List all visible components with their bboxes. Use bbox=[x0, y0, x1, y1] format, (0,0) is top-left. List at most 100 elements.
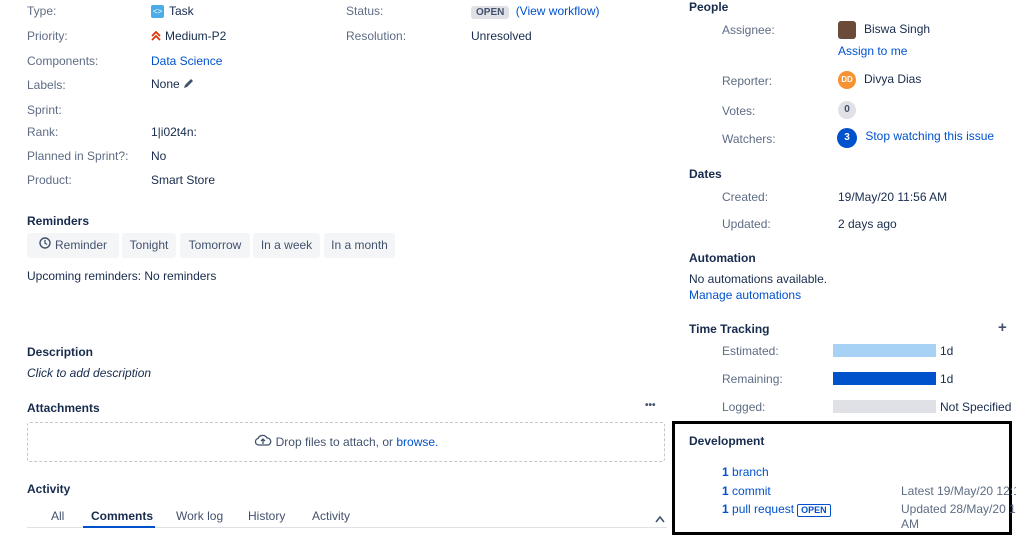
upcoming-reminders-value: No reminders bbox=[144, 269, 217, 283]
view-workflow-link[interactable]: (View workflow) bbox=[516, 4, 600, 18]
reminders-title: Reminders bbox=[27, 214, 90, 228]
browse-link[interactable]: browse. bbox=[396, 435, 438, 449]
assignee-name: Biswa Singh bbox=[864, 22, 931, 37]
resolution-value: Unresolved bbox=[471, 29, 532, 43]
activity-title: Activity bbox=[27, 482, 71, 496]
in-a-week-button[interactable]: In a week bbox=[253, 233, 320, 258]
assign-to-me-link[interactable]: Assign to me bbox=[838, 44, 907, 58]
reminder-button-label: Reminder bbox=[54, 238, 108, 252]
resolution-label: Resolution: bbox=[346, 29, 407, 43]
watchers-count[interactable]: 3 bbox=[837, 128, 857, 148]
tab-work-log[interactable]: Work log bbox=[176, 509, 223, 523]
people-title: People bbox=[689, 0, 729, 14]
sprint-label: Sprint: bbox=[27, 103, 62, 117]
sort-arrow-icon[interactable] bbox=[655, 512, 665, 526]
logged-value: Not Specified bbox=[940, 400, 1012, 414]
branch-count: 1 bbox=[722, 465, 729, 479]
labels-label: Labels: bbox=[27, 78, 66, 92]
commit-text: commit bbox=[732, 484, 771, 498]
development-title: Development bbox=[689, 434, 765, 448]
estimated-bar-fill bbox=[833, 344, 936, 357]
product-label: Product: bbox=[27, 173, 72, 187]
pr-count: 1 bbox=[722, 502, 729, 516]
more-options-icon[interactable]: ••• bbox=[645, 400, 656, 411]
upcoming-reminders: Upcoming reminders: No reminders bbox=[27, 269, 216, 283]
reporter-name: Divya Dias bbox=[864, 72, 922, 87]
status-lozenge[interactable]: OPEN bbox=[471, 6, 510, 19]
labels-value[interactable]: None bbox=[151, 77, 194, 92]
priority-label: Priority: bbox=[27, 29, 68, 43]
priority-value: Medium-P2 bbox=[151, 29, 226, 44]
branch-text: branch bbox=[732, 465, 769, 479]
in-a-month-button[interactable]: In a month bbox=[324, 233, 395, 258]
commit-count: 1 bbox=[722, 484, 729, 498]
labels-text: None bbox=[151, 77, 180, 91]
watchers: 3 Stop watching this issue bbox=[837, 128, 994, 148]
estimated-value: 1d bbox=[940, 344, 954, 358]
votes-count: 0 bbox=[838, 101, 856, 119]
attachments-title: Attachments bbox=[27, 401, 100, 415]
tomorrow-button[interactable]: Tomorrow bbox=[180, 233, 250, 258]
components-link[interactable]: Data Science bbox=[151, 54, 222, 68]
description-placeholder[interactable]: Click to add description bbox=[27, 366, 151, 380]
tab-activity[interactable]: Activity bbox=[312, 509, 350, 523]
updated-label: Updated: bbox=[722, 217, 771, 231]
automation-title: Automation bbox=[689, 251, 756, 265]
pencil-icon[interactable] bbox=[183, 78, 194, 92]
estimated-label: Estimated: bbox=[722, 344, 779, 358]
reporter: DD Divya Dias bbox=[838, 71, 921, 89]
pr-text: pull request bbox=[732, 502, 795, 516]
tonight-button[interactable]: Tonight bbox=[122, 233, 176, 258]
pr-meta-line2: AM bbox=[901, 517, 919, 531]
votes-badge[interactable]: 0 bbox=[838, 101, 856, 119]
commit-link[interactable]: 1 commit bbox=[722, 484, 771, 498]
created-value: 19/May/20 11:56 AM bbox=[838, 190, 948, 204]
pr-status-tag: OPEN bbox=[797, 504, 831, 517]
attachment-dropzone[interactable]: Drop files to attach, or browse. bbox=[27, 422, 665, 462]
time-tracking-title: Time Tracking bbox=[689, 322, 770, 336]
reporter-avatar: DD bbox=[838, 71, 856, 89]
planned-value: No bbox=[151, 149, 167, 163]
reporter-label: Reporter: bbox=[722, 74, 773, 88]
branch-link[interactable]: 1 branch bbox=[722, 465, 769, 479]
remaining-bar-fill bbox=[833, 372, 936, 385]
votes-label: Votes: bbox=[722, 104, 756, 118]
remaining-bar bbox=[833, 372, 936, 385]
reminder-button[interactable]: Reminder bbox=[27, 233, 119, 258]
logged-label: Logged: bbox=[722, 400, 766, 414]
components-label: Components: bbox=[27, 54, 99, 68]
automation-none: No automations available. bbox=[689, 272, 828, 286]
assignee-label: Assignee: bbox=[722, 23, 775, 37]
planned-label: Planned in Sprint?: bbox=[27, 149, 129, 163]
type-text: Task bbox=[169, 4, 194, 18]
manage-automations-link[interactable]: Manage automations bbox=[689, 288, 801, 302]
cloud-upload-icon bbox=[254, 424, 272, 462]
clock-icon bbox=[39, 233, 51, 258]
stop-watching-link[interactable]: Stop watching this issue bbox=[865, 129, 994, 143]
logged-bar bbox=[833, 400, 936, 413]
tab-comments[interactable]: Comments bbox=[91, 509, 153, 523]
active-tab-indicator bbox=[83, 526, 155, 528]
status-value: OPEN (View workflow) bbox=[471, 4, 599, 19]
upcoming-reminders-label: Upcoming reminders: bbox=[27, 269, 142, 283]
watchers-label: Watchers: bbox=[722, 132, 776, 146]
assignee-avatar bbox=[838, 21, 856, 39]
task-icon: <> bbox=[151, 5, 164, 19]
priority-text: Medium-P2 bbox=[165, 29, 227, 43]
pr-meta-line1: Updated 28/May/20 1 bbox=[901, 502, 1016, 516]
description-title: Description bbox=[27, 345, 94, 359]
assignee: Biswa Singh bbox=[838, 21, 930, 39]
type-label: Type: bbox=[27, 4, 57, 18]
created-label: Created: bbox=[722, 190, 769, 204]
tab-all[interactable]: All bbox=[51, 509, 64, 523]
product-value: Smart Store bbox=[151, 173, 216, 187]
dates-title: Dates bbox=[689, 167, 722, 181]
pull-request-link[interactable]: 1 pull request OPEN bbox=[722, 502, 831, 517]
status-label: Status: bbox=[346, 4, 384, 18]
add-time-icon[interactable]: + bbox=[998, 319, 1007, 336]
tab-history[interactable]: History bbox=[248, 509, 285, 523]
drop-text: Drop files to attach, or bbox=[275, 435, 397, 449]
priority-high-icon bbox=[151, 30, 161, 44]
estimated-bar bbox=[833, 344, 936, 357]
updated-value: 2 days ago bbox=[838, 217, 897, 231]
